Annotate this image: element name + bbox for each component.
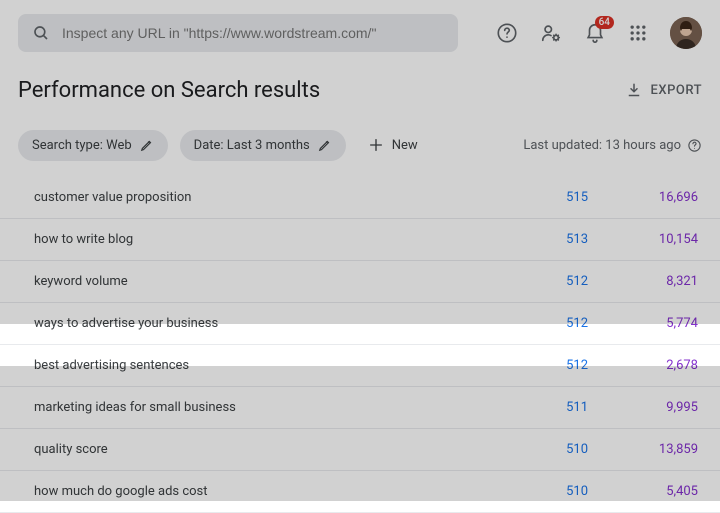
query-cell: how much do google ads cost [34,484,478,499]
table-row[interactable]: quality score51013,859 [0,429,720,471]
impressions-cell: 2,678 [588,358,698,373]
impressions-cell: 5,774 [588,316,698,331]
impressions-cell: 8,321 [588,274,698,289]
impressions-cell: 16,696 [588,190,698,205]
query-cell: customer value proposition [34,190,478,205]
query-cell: quality score [34,442,478,457]
clicks-cell: 512 [478,358,588,373]
export-label: EXPORT [651,83,702,98]
query-cell: marketing ideas for small business [34,400,478,415]
url-inspect-search[interactable] [18,14,458,52]
queries-table: customer value proposition51516,696how t… [0,177,720,513]
impressions-cell: 9,995 [588,400,698,415]
pencil-icon [318,138,332,152]
notifications-icon[interactable]: 64 [584,22,606,44]
export-button[interactable]: EXPORT [625,82,702,100]
query-cell: best advertising sentences [34,358,478,373]
table-row[interactable]: keyword volume5128,321 [0,261,720,303]
date-chip[interactable]: Date: Last 3 months [180,130,346,161]
clicks-cell: 510 [478,484,588,499]
pencil-icon [140,138,154,152]
table-row[interactable]: best advertising sentences5122,678 [0,345,720,387]
apps-grid-icon[interactable] [628,23,648,43]
clicks-cell: 515 [478,190,588,205]
clicks-cell: 513 [478,232,588,247]
search-input[interactable] [62,25,444,41]
table-row[interactable]: how to write blog51310,154 [0,219,720,261]
query-cell: ways to advertise your business [34,316,478,331]
table-row[interactable]: how much do google ads cost5105,405 [0,471,720,513]
impressions-cell: 5,405 [588,484,698,499]
info-icon[interactable] [687,138,702,153]
page-title: Performance on Search results [18,78,320,103]
search-type-label: Search type: Web [32,138,132,153]
clicks-cell: 512 [478,274,588,289]
query-cell: keyword volume [34,274,478,289]
new-filter-button[interactable]: New [358,129,428,161]
notification-badge: 64 [595,16,614,29]
clicks-cell: 510 [478,442,588,457]
new-label: New [392,138,418,153]
help-icon[interactable] [496,22,518,44]
download-icon [625,82,643,100]
plus-icon [368,137,384,153]
search-type-chip[interactable]: Search type: Web [18,130,168,161]
last-updated-text: Last updated: 13 hours ago [523,138,681,153]
avatar[interactable] [670,17,702,49]
last-updated: Last updated: 13 hours ago [523,138,702,153]
clicks-cell: 511 [478,400,588,415]
clicks-cell: 512 [478,316,588,331]
search-icon [32,24,50,42]
query-cell: how to write blog [34,232,478,247]
impressions-cell: 13,859 [588,442,698,457]
table-row[interactable]: marketing ideas for small business5119,9… [0,387,720,429]
user-settings-icon[interactable] [540,22,562,44]
impressions-cell: 10,154 [588,232,698,247]
table-row[interactable]: ways to advertise your business5125,774 [0,303,720,345]
date-label: Date: Last 3 months [194,138,310,153]
table-row[interactable]: customer value proposition51516,696 [0,177,720,219]
